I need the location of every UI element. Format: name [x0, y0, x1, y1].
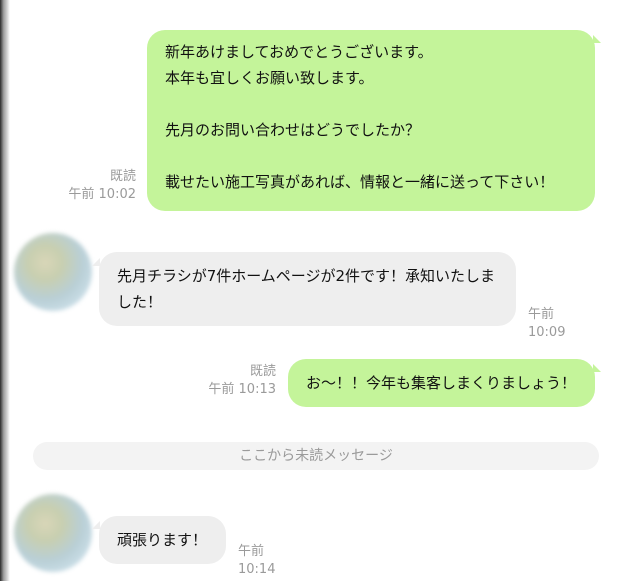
message-bubble[interactable]: お～！！今年も集客しまくりましょう！ [288, 359, 595, 407]
message-time: 午前 10:13 [208, 382, 276, 397]
bubble-tail [593, 35, 601, 43]
contact-avatar[interactable] [14, 494, 92, 572]
message-bubble[interactable]: 先月チラシが7件ホームページが2件です！承知いたしま した！ [99, 252, 516, 326]
message-time: 午前 10:09 [528, 307, 566, 340]
message-meta: 既読 午前 10:02 [56, 168, 136, 204]
message-time: 午前 10:14 [238, 544, 276, 577]
unread-divider: ここから未読メッセージ [33, 442, 599, 470]
read-receipt: 既読 [109, 169, 136, 184]
message-time: 午前 10:02 [68, 187, 136, 202]
contact-avatar[interactable] [14, 233, 92, 311]
message-bubble[interactable]: 新年あけましておめでとうございます。 本年も宜しくお願い致します。 先月のお問い… [147, 30, 595, 211]
bubble-tail [593, 364, 601, 372]
message-meta: 既読 午前 10:13 [196, 363, 276, 399]
message-bubble[interactable]: 頑張ります！ [99, 516, 226, 564]
window-edge-shadow [0, 0, 10, 581]
read-receipt: 既読 [249, 364, 276, 379]
